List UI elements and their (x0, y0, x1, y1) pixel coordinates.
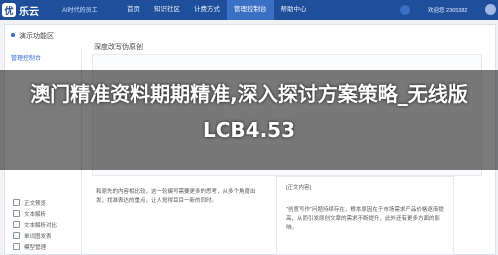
panel-title: 演示功能区 (11, 31, 54, 41)
source-text: 和原先的内容相比较，这一轮编写需要更多的思考，从多个角度出发，找准表达的重点，让… (96, 189, 256, 204)
logo-mark: 优 (2, 3, 16, 17)
sidebar-item-models[interactable]: 模型管理 (5, 241, 81, 252)
nav-billing[interactable]: 计费方式 (187, 0, 227, 20)
avatar[interactable] (485, 4, 496, 15)
sidebar-item-console[interactable]: 管理控制台 (11, 53, 41, 62)
sidebar-item-parse[interactable]: 文本解析 (5, 208, 81, 219)
document-title: 深度改写伪原创 (94, 44, 143, 51)
output-text: "创意写作"问题持续存在，根本原因在于市场需求产品价格逐渐提高，从而引发原创文章… (286, 207, 444, 231)
compare-icon (13, 221, 20, 228)
notification-icon[interactable] (400, 5, 410, 15)
output-heading: [正文内容] (286, 185, 312, 191)
sidebar-item-preview[interactable]: 正文预览 (5, 197, 81, 208)
user-greeting[interactable]: 欢迎您 2365382 (428, 6, 467, 14)
nav-help[interactable]: 帮助中心 (274, 0, 314, 20)
nav-knowledge[interactable]: 知识社区 (147, 0, 187, 20)
logo-text: 乐云 (19, 6, 39, 18)
sidebar-item-label: 模型管理 (24, 244, 47, 251)
logo[interactable]: 优 乐云 (2, 2, 58, 18)
sidebar-item-label: 单词图发表 (24, 233, 52, 240)
nav-home[interactable]: 首页 (120, 0, 147, 20)
main-nav: 首页 知识社区 计费方式 管理控制台 帮助中心 (120, 0, 314, 20)
image-icon (13, 232, 20, 239)
headline-banner: 澳门精准资料期期精准,深入探讨方案策略_无线版LCB4.53 (30, 82, 468, 142)
sidebar-item-label: 正文预览 (24, 200, 47, 207)
top-navigation-bar: 优 乐云 AI时代的员工 首页 知识社区 计费方式 管理控制台 帮助中心 欢迎您… (0, 0, 498, 20)
settings-icon (13, 243, 20, 250)
document-icon (13, 199, 20, 206)
slogan: AI时代的员工 (62, 8, 98, 14)
nav-console[interactable]: 管理控制台 (227, 0, 274, 20)
sidebar-item-compare[interactable]: 文本解析对比 (5, 219, 81, 230)
sidebar-item-publish[interactable]: 单词图发表 (5, 230, 81, 241)
sidebar-list: 正文预览 文本解析 文本解析对比 单词图发表 模型管理 (5, 197, 81, 252)
document-icon (13, 210, 20, 217)
sidebar-item-label: 文本解析对比 (24, 222, 58, 229)
sidebar-item-label: 文本解析 (24, 211, 47, 218)
